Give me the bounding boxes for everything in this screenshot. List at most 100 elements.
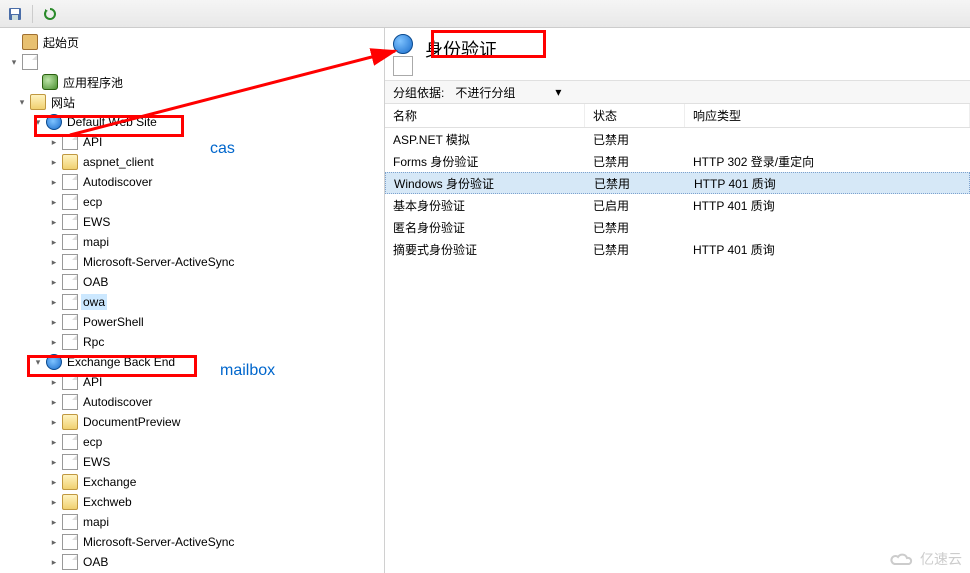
- list-row[interactable]: Windows 身份验证已禁用HTTP 401 质询: [385, 172, 970, 194]
- node-label: ecp: [81, 194, 104, 210]
- expand-icon[interactable]: ▸: [48, 396, 60, 408]
- expand-icon[interactable]: ▸: [48, 416, 60, 428]
- expand-icon[interactable]: ▸: [48, 456, 60, 468]
- annotation-mailbox: mailbox: [220, 362, 275, 380]
- node-label: mapi: [81, 234, 111, 250]
- tree-app-pools[interactable]: 应用程序池: [0, 72, 384, 92]
- node-icon: [62, 174, 78, 190]
- tree-node[interactable]: ▸ EWS: [0, 452, 384, 472]
- tree-node[interactable]: ▸Autodiscover: [0, 392, 384, 412]
- tree-node[interactable]: ▸PowerShell: [0, 312, 384, 332]
- node-icon: [62, 554, 78, 570]
- node-label: Rpc: [81, 334, 106, 350]
- node-icon: [62, 194, 78, 210]
- expand-icon[interactable]: ▸: [48, 476, 60, 488]
- tree-node[interactable]: ▸ Microsoft-Server-ActiveSync: [0, 532, 384, 552]
- cell-name: 摘要式身份验证: [385, 238, 585, 260]
- node-icon: [62, 294, 78, 310]
- tree-exchange-back-end[interactable]: ▾Exchange Back End: [0, 352, 384, 372]
- cell-response: HTTP 401 质询: [685, 238, 970, 260]
- node-icon: [62, 394, 78, 410]
- tree-sites[interactable]: ▾网站: [0, 92, 384, 112]
- node-label: OAB: [81, 274, 110, 290]
- cell-status: 已禁用: [585, 216, 685, 238]
- node-label: API: [81, 134, 104, 150]
- expand-icon[interactable]: ▸: [48, 516, 60, 528]
- tree-node[interactable]: ▸ EWS: [0, 212, 384, 232]
- list-row[interactable]: 基本身份验证已启用HTTP 401 质询: [385, 194, 970, 216]
- expand-icon[interactable]: ▸: [48, 216, 60, 228]
- list-row[interactable]: Forms 身份验证已禁用HTTP 302 登录/重定向: [385, 150, 970, 172]
- list-row[interactable]: ASP.NET 模拟已禁用: [385, 128, 970, 150]
- tree-node[interactable]: ▸Autodiscover: [0, 172, 384, 192]
- node-label: aspnet_client: [81, 154, 156, 170]
- tree-node[interactable]: ▸ecp: [0, 432, 384, 452]
- expand-icon[interactable]: ▸: [48, 556, 60, 568]
- col-name[interactable]: 名称: [385, 104, 585, 127]
- tree-node[interactable]: ▸ Rpc: [0, 332, 384, 352]
- expand-icon[interactable]: ▸: [48, 376, 60, 388]
- group-dropdown[interactable]: 不进行分组 ▾: [450, 81, 566, 104]
- expand-icon[interactable]: ▸: [48, 156, 60, 168]
- node-icon: [62, 334, 78, 350]
- cell-status: 已禁用: [586, 173, 686, 193]
- tree-node[interactable]: ▸ Exchweb: [0, 492, 384, 512]
- node-icon: [62, 274, 78, 290]
- node-label: mapi: [81, 514, 111, 530]
- expand-icon[interactable]: ▸: [48, 236, 60, 248]
- list-row[interactable]: 匿名身份验证已禁用: [385, 216, 970, 238]
- tree-node[interactable]: ▸ ecp: [0, 192, 384, 212]
- expand-icon[interactable]: ▸: [48, 536, 60, 548]
- expand-icon[interactable]: ▸: [48, 496, 60, 508]
- node-icon: [62, 514, 78, 530]
- page-title: 身份验证: [417, 34, 505, 64]
- expand-icon[interactable]: ▸: [48, 296, 60, 308]
- cell-status: 已禁用: [585, 128, 685, 150]
- tree-start-page[interactable]: 起始页: [0, 32, 384, 52]
- save-button[interactable]: [6, 5, 24, 23]
- tree-node[interactable]: ▸ mapi: [0, 512, 384, 532]
- expand-icon[interactable]: ▸: [48, 256, 60, 268]
- tree-node[interactable]: ▸ OAB: [0, 272, 384, 292]
- group-bar: 分组依据: 不进行分组 ▾: [385, 80, 970, 104]
- tree-node[interactable]: ▸DocumentPreview: [0, 412, 384, 432]
- expand-icon[interactable]: ▸: [48, 316, 60, 328]
- list-header[interactable]: 名称 状态 响应类型: [385, 104, 970, 128]
- node-label: EWS: [81, 214, 112, 230]
- col-status[interactable]: 状态: [585, 104, 685, 127]
- cell-status: 已启用: [585, 194, 685, 216]
- tree-node[interactable]: ▸owa: [0, 292, 384, 312]
- group-label: 分组依据:: [393, 84, 444, 101]
- expand-icon[interactable]: ▸: [48, 436, 60, 448]
- node-label: Exchweb: [81, 494, 134, 510]
- node-label: Microsoft-Server-ActiveSync: [81, 534, 236, 550]
- node-label: Microsoft-Server-ActiveSync: [81, 254, 236, 270]
- list-body: ASP.NET 模拟已禁用Forms 身份验证已禁用HTTP 302 登录/重定…: [385, 128, 970, 260]
- tree-node[interactable]: ▸OAB: [0, 552, 384, 572]
- tree-node[interactable]: ▸ mapi: [0, 232, 384, 252]
- tree-node[interactable]: ▸ aspnet_client: [0, 152, 384, 172]
- expand-icon[interactable]: ▸: [48, 336, 60, 348]
- expand-icon[interactable]: ▸: [48, 196, 60, 208]
- node-label: API: [81, 374, 104, 390]
- node-label: EWS: [81, 454, 112, 470]
- globe-icon: [393, 34, 413, 54]
- tree-node[interactable]: ▸Exchange: [0, 472, 384, 492]
- annotation-cas: cas: [210, 140, 235, 158]
- expand-icon[interactable]: ▸: [48, 176, 60, 188]
- cell-name: Forms 身份验证: [385, 150, 585, 172]
- col-response[interactable]: 响应类型: [685, 104, 970, 127]
- expand-icon[interactable]: ▸: [48, 276, 60, 288]
- chevron-down-icon: ▾: [555, 85, 561, 99]
- tree-node[interactable]: ▸ API: [0, 372, 384, 392]
- tree-server[interactable]: ▾: [0, 52, 384, 72]
- list-row[interactable]: 摘要式身份验证已禁用HTTP 401 质询: [385, 238, 970, 260]
- tree-node[interactable]: ▸ Microsoft-Server-ActiveSync: [0, 252, 384, 272]
- expand-icon[interactable]: ▸: [48, 136, 60, 148]
- node-icon: [62, 154, 78, 170]
- node-icon: [62, 494, 78, 510]
- tree-node[interactable]: ▸ API: [0, 132, 384, 152]
- tree-default-web-site[interactable]: ▾Default Web Site: [0, 112, 384, 132]
- content-panel: 身份验证 分组依据: 不进行分组 ▾ 名称 状态 响应类型 ASP.NET 模拟…: [385, 28, 970, 573]
- refresh-button[interactable]: [41, 5, 59, 23]
